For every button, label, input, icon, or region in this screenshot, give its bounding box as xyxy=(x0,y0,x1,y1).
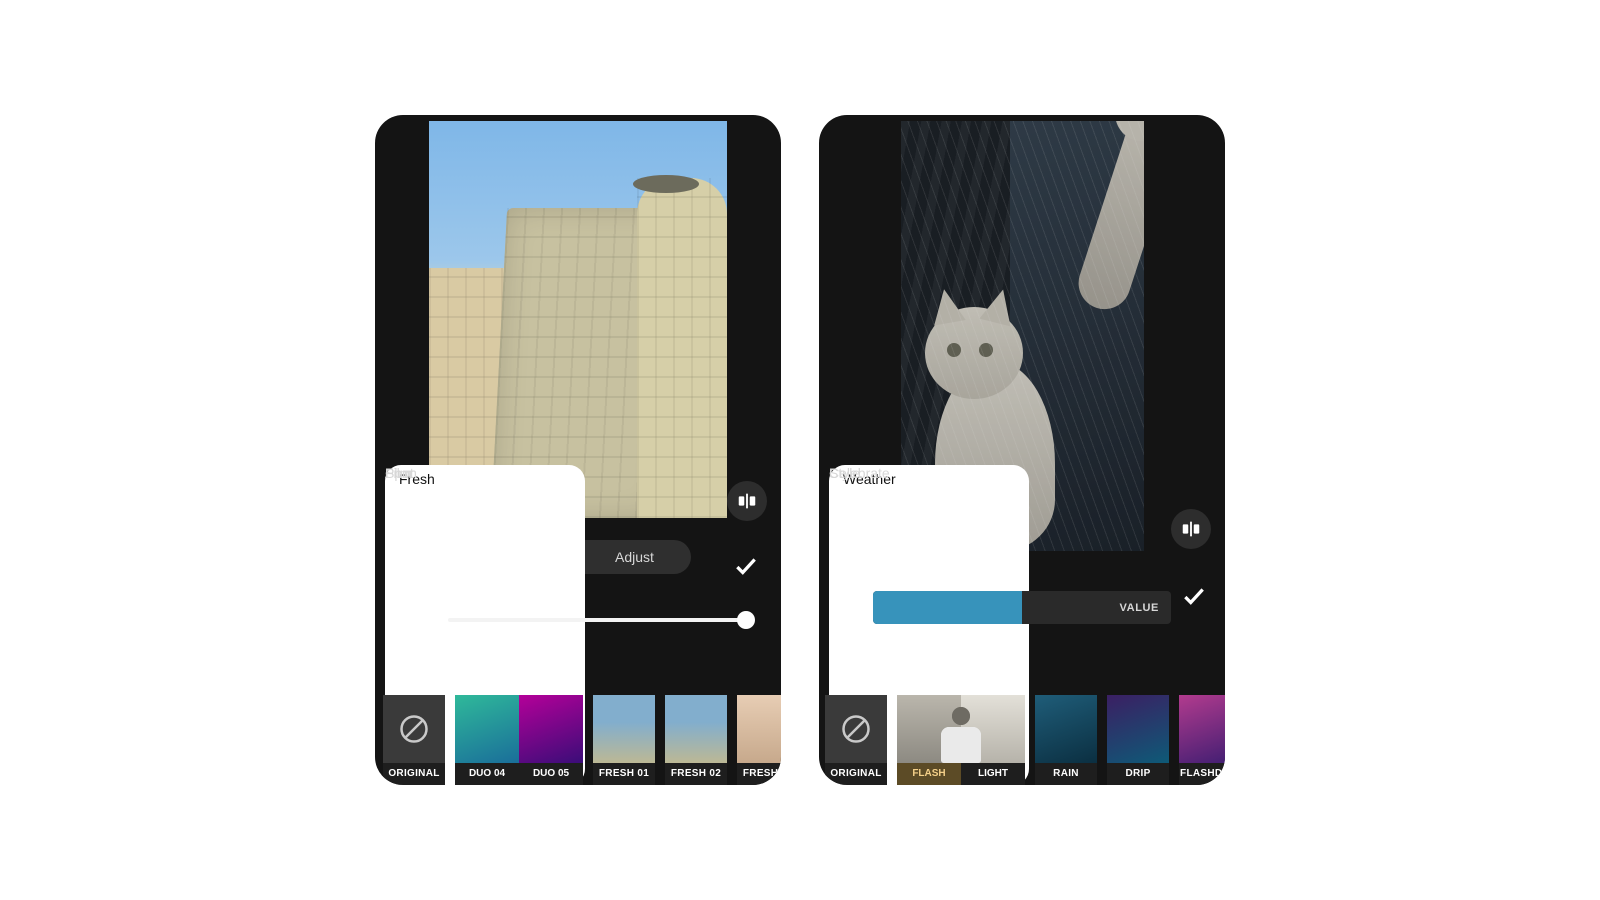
thumb-rain[interactable]: RAIN xyxy=(1035,695,1097,785)
thumb-duo-pair[interactable]: DUO 04 DUO 05 xyxy=(455,695,583,785)
confirm-button[interactable] xyxy=(729,549,763,583)
value-bar[interactable]: VALUE xyxy=(873,591,1171,624)
thumb-original[interactable]: ORIGINAL xyxy=(383,695,445,785)
thumb-original-label: ORIGINAL xyxy=(825,763,887,785)
thumb-fresh03-label: FRESH 03 xyxy=(737,763,781,785)
cat-spot[interactable]: Spot xyxy=(385,574,585,596)
editor-screen-weather: Retro Retro2 Weather Celebrate Style VAL… xyxy=(819,115,1225,785)
toggle-adjust[interactable]: Adjust xyxy=(578,540,691,574)
value-bar-label: VALUE xyxy=(1120,602,1159,614)
thumb-original-label: ORIGINAL xyxy=(383,763,445,785)
thumb-flash-light-pair[interactable]: FLASH LIGHT xyxy=(897,695,1025,785)
editor-screen-filter: Filter Adjust Cream Amber Duo Fresh Film… xyxy=(375,115,781,785)
compare-icon[interactable] xyxy=(1171,509,1211,549)
slider-knob[interactable] xyxy=(737,611,755,629)
thumb-rain-label: RAIN xyxy=(1035,763,1097,785)
cat-style[interactable]: Style xyxy=(829,551,1029,573)
thumb-drip-label: DRIP xyxy=(1107,763,1169,785)
effect-category-row[interactable]: Retro Retro2 Weather Celebrate Style xyxy=(819,551,1225,573)
thumb-fresh01[interactable]: FRESH 01 xyxy=(593,695,655,785)
thumb-drip[interactable]: DRIP xyxy=(1107,695,1169,785)
thumb-original[interactable]: ORIGINAL xyxy=(825,695,887,785)
thumb-flashdrip-label: FLASHDRIP xyxy=(1179,763,1225,785)
confirm-button[interactable] xyxy=(1177,579,1211,613)
thumb-duo05-label: DUO 05 xyxy=(519,763,583,785)
filter-category-row[interactable]: Cream Amber Duo Fresh Film Plum Spot xyxy=(375,574,781,596)
preview-area xyxy=(375,115,781,518)
filter-thumbnails[interactable]: ORIGINAL DUO 04 DUO 05 FRESH 01 FRESH 02… xyxy=(375,689,781,785)
thumb-fresh02[interactable]: FRESH 02 xyxy=(665,695,727,785)
thumb-duo04-label: DUO 04 xyxy=(455,763,519,785)
compare-icon[interactable] xyxy=(727,481,767,521)
thumb-flashdrip[interactable]: FLASHDRIP xyxy=(1179,695,1225,785)
value-bar-fill xyxy=(873,591,1022,624)
thumb-fresh02-label: FRESH 02 xyxy=(665,763,727,785)
thumb-flash-label: FLASH xyxy=(897,763,961,785)
preview-image-building[interactable] xyxy=(429,121,727,518)
thumb-fresh01-label: FRESH 01 xyxy=(593,763,655,785)
thumb-light-label: LIGHT xyxy=(961,763,1025,785)
effect-thumbnails[interactable]: ORIGINAL FLASH LIGHT RAIN DRIP xyxy=(819,689,1225,785)
thumb-fresh03[interactable]: FRESH 03 xyxy=(737,695,781,785)
intensity-slider[interactable] xyxy=(448,618,753,622)
